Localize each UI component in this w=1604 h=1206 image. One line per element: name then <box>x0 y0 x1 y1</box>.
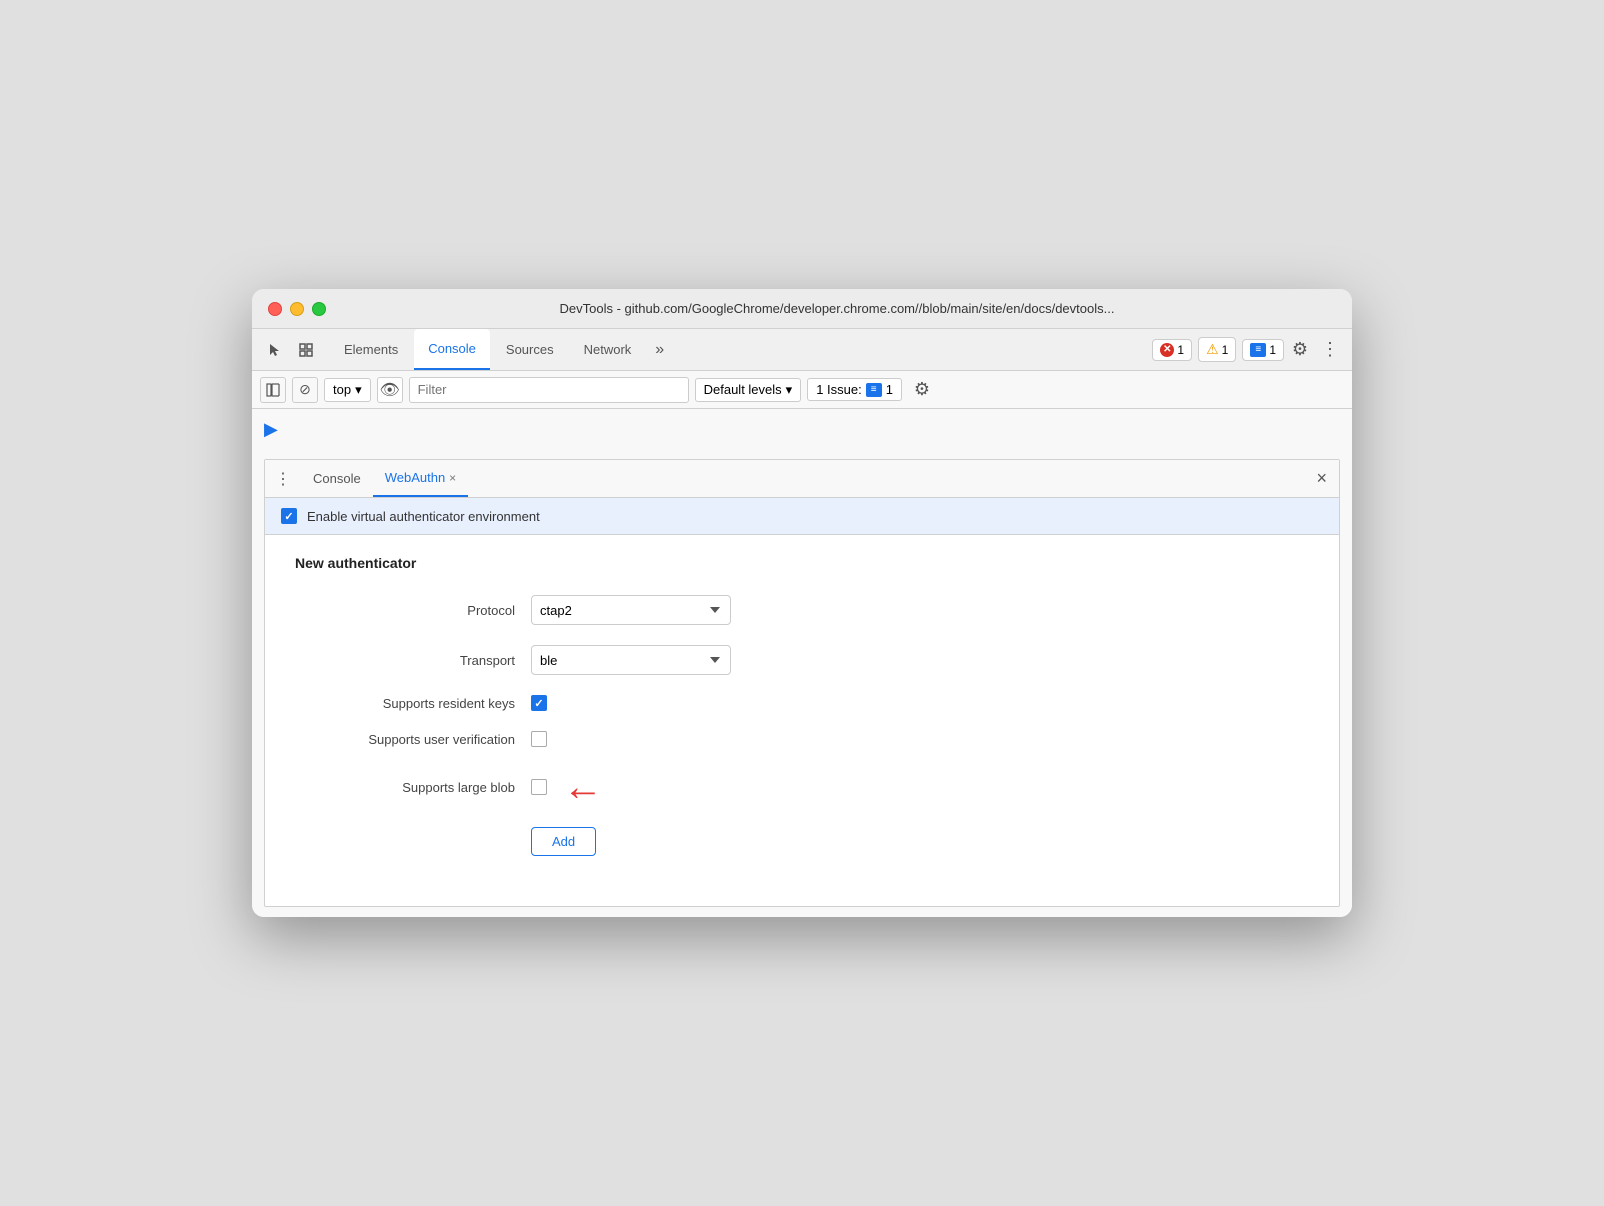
live-expressions-button[interactable]: 👁 <box>377 377 403 403</box>
info-badge[interactable]: ≡ 1 <box>1242 339 1284 361</box>
devtools-panel: Elements Console Sources Network » ✕ 1 <box>252 329 1352 917</box>
chevron-down-icon: ▾ <box>355 382 362 398</box>
large-blob-label: Supports large blob <box>295 780 515 795</box>
enable-authenticator-row: Enable virtual authenticator environment <box>265 498 1339 535</box>
inspect-icon[interactable] <box>292 336 320 364</box>
console-toolbar: ⊘ top ▾ 👁 Default levels ▾ 1 Issue: ≡ 1 … <box>252 371 1352 409</box>
panel-tab-bar: ⋮ Console WebAuthn × × <box>265 460 1339 498</box>
traffic-lights <box>268 302 326 316</box>
new-authenticator-form: New authenticator Protocol ctap2 u2f Tra… <box>265 535 1339 906</box>
tab-sources[interactable]: Sources <box>492 329 568 370</box>
issues-counter[interactable]: 1 Issue: ≡ 1 <box>807 378 902 401</box>
chevron-down-icon: ▾ <box>786 382 793 398</box>
main-tab-bar: Elements Console Sources Network » ✕ 1 <box>252 329 1352 371</box>
form-title: New authenticator <box>295 555 1309 571</box>
resident-keys-row: Supports resident keys <box>295 695 1309 711</box>
settings-button[interactable]: ⚙ <box>1286 336 1314 364</box>
transport-label: Transport <box>295 653 515 668</box>
error-icon: ✕ <box>1160 343 1174 357</box>
red-arrow-indicator: ← <box>563 767 603 807</box>
error-badge[interactable]: ✕ 1 <box>1152 339 1192 361</box>
panel-container: ⋮ Console WebAuthn × × Enable virtual au… <box>264 459 1340 907</box>
more-tabs-button[interactable]: » <box>647 341 672 359</box>
transport-select[interactable]: ble usb nfc internal <box>531 645 731 675</box>
minimize-button[interactable] <box>290 302 304 316</box>
tab-console[interactable]: Console <box>414 329 490 370</box>
large-blob-row: Supports large blob ← <box>295 767 1309 807</box>
console-content-area: ▶ <box>252 409 1352 449</box>
titlebar: DevTools - github.com/GoogleChrome/devel… <box>252 289 1352 329</box>
enable-checkbox[interactable] <box>281 508 297 524</box>
user-verification-checkbox[interactable] <box>531 731 547 747</box>
window-title: DevTools - github.com/GoogleChrome/devel… <box>338 301 1336 316</box>
add-button-row: Add <box>295 827 1309 856</box>
panel-tab-webauthn[interactable]: WebAuthn × <box>373 460 468 497</box>
user-verification-row: Supports user verification <box>295 731 1309 747</box>
user-verification-label: Supports user verification <box>295 732 515 747</box>
maximize-button[interactable] <box>312 302 326 316</box>
filter-input[interactable] <box>409 377 689 403</box>
tab-bar-icons <box>260 336 320 364</box>
resident-keys-label: Supports resident keys <box>295 696 515 711</box>
more-options-button[interactable]: ⋮ <box>1316 336 1344 364</box>
warning-icon: ⚠ <box>1206 341 1219 358</box>
log-levels-selector[interactable]: Default levels ▾ <box>695 378 802 402</box>
panel-tab-console[interactable]: Console <box>301 460 373 497</box>
panel-close-button[interactable]: × <box>1312 468 1331 489</box>
tab-elements[interactable]: Elements <box>330 329 412 370</box>
cursor-icon[interactable] <box>260 336 288 364</box>
info-icon: ≡ <box>1250 343 1266 357</box>
tab-badges: ✕ 1 ⚠ 1 ≡ 1 <box>1152 337 1284 362</box>
tab-network[interactable]: Network <box>570 329 646 370</box>
console-arrow: ▶ <box>264 419 278 440</box>
sidebar-toggle-button[interactable] <box>260 377 286 403</box>
resident-keys-checkbox[interactable] <box>531 695 547 711</box>
transport-row: Transport ble usb nfc internal <box>295 645 1309 675</box>
clear-button[interactable]: ⊘ <box>292 377 318 403</box>
enable-label: Enable virtual authenticator environment <box>307 509 540 524</box>
protocol-row: Protocol ctap2 u2f <box>295 595 1309 625</box>
protocol-label: Protocol <box>295 603 515 618</box>
console-settings-button[interactable]: ⚙ <box>908 376 936 404</box>
devtools-window: DevTools - github.com/GoogleChrome/devel… <box>252 289 1352 917</box>
warning-badge[interactable]: ⚠ 1 <box>1198 337 1236 362</box>
large-blob-checkbox[interactable] <box>531 779 547 795</box>
panel-tab-close-button[interactable]: × <box>449 471 456 485</box>
panel-tab-more-button[interactable]: ⋮ <box>273 469 293 489</box>
add-authenticator-button[interactable]: Add <box>531 827 596 856</box>
context-selector[interactable]: top ▾ <box>324 378 371 402</box>
issues-icon: ≡ <box>866 383 882 397</box>
protocol-select[interactable]: ctap2 u2f <box>531 595 731 625</box>
close-button[interactable] <box>268 302 282 316</box>
